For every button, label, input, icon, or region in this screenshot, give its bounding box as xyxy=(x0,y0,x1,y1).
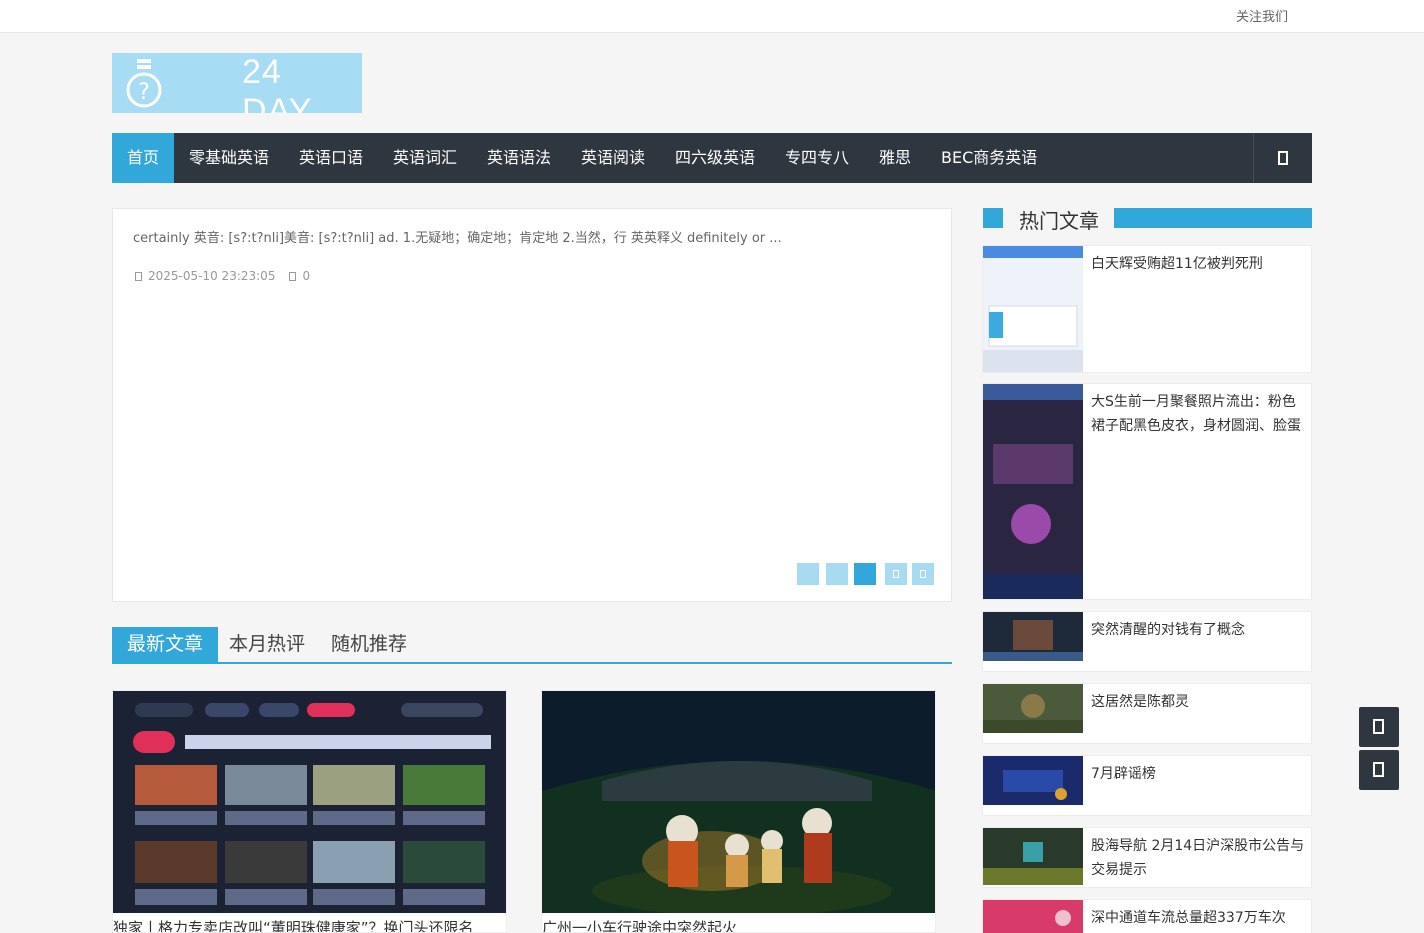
logo-text: 24 DAY xyxy=(242,53,313,113)
hot-article-item[interactable]: 大S生前一月聚餐照片流出：粉色裙子配黑色皮衣，身材圆润、脸蛋 xyxy=(982,383,1312,600)
hot-article-title[interactable]: 大S生前一月聚餐照片流出：粉色裙子配黑色皮衣，身材圆润、脸蛋 xyxy=(1091,390,1307,438)
article-title[interactable]: 独家丨格力专卖店改叫“董明珠健康家”？换门头还限名 xyxy=(113,917,474,932)
nav-item-tem48[interactable]: 专四专八 xyxy=(785,133,849,183)
slider-prev-button[interactable] xyxy=(885,563,907,585)
slider-dot-1[interactable] xyxy=(797,563,819,585)
clock-icon xyxy=(135,272,142,281)
tab-random[interactable]: 随机推荐 xyxy=(331,627,407,662)
hot-article-thumbnail xyxy=(983,756,1083,805)
back-to-top-icon xyxy=(1373,762,1384,777)
search-button[interactable] xyxy=(1253,133,1312,183)
prev-arrow-icon xyxy=(893,570,899,578)
hot-article-thumbnail xyxy=(983,384,1083,599)
site-logo[interactable]: ? 24 DAY xyxy=(112,53,362,113)
hot-article-title[interactable]: 这居然是陈都灵 xyxy=(1091,690,1307,714)
hot-article-thumbnail xyxy=(983,828,1083,885)
lightbulb-icon: ? xyxy=(126,59,162,108)
hot-articles-header: 热门文章 xyxy=(983,205,1312,233)
nav-item-ielts[interactable]: 雅思 xyxy=(879,133,911,183)
hot-article-thumbnail xyxy=(983,684,1083,733)
nav-item-home[interactable]: 首页 xyxy=(112,133,175,183)
float-share-button[interactable] xyxy=(1359,707,1399,747)
hot-article-title[interactable]: 股海导航 2月14日沪深股市公告与交易提示 xyxy=(1091,834,1307,882)
tab-latest[interactable]: 最新文章 xyxy=(112,627,219,662)
tab-monthly-hot[interactable]: 本月热评 xyxy=(229,627,305,662)
article-card[interactable]: 广州一小车行驶途中突然起火 xyxy=(541,690,936,933)
hot-article-title[interactable]: 突然清醒的对钱有了概念 xyxy=(1091,618,1307,642)
article-card[interactable]: 独家丨格力专卖店改叫“董明珠健康家”？换门头还限名 xyxy=(112,690,507,933)
nav-item-cet46[interactable]: 四六级英语 xyxy=(675,133,755,183)
slider-dot-2[interactable] xyxy=(826,563,848,585)
nav-item-beginner-english[interactable]: 零基础英语 xyxy=(189,133,269,183)
share-icon xyxy=(1373,719,1384,734)
section-bar xyxy=(1114,208,1312,228)
slider-next-button[interactable] xyxy=(912,563,934,585)
slide-excerpt[interactable]: certainly 英音: [s?:t?nli]美音: [s?:t?nli] a… xyxy=(133,227,782,246)
comment-icon xyxy=(289,272,297,281)
top-bar: 关注我们 xyxy=(0,0,1424,33)
nav-item-vocabulary[interactable]: 英语词汇 xyxy=(393,133,457,183)
float-top-button[interactable] xyxy=(1359,750,1399,790)
article-thumbnail xyxy=(542,691,935,913)
nav-item-reading[interactable]: 英语阅读 xyxy=(581,133,645,183)
hot-articles-title: 热门文章 xyxy=(1019,209,1099,233)
nav-item-grammar[interactable]: 英语语法 xyxy=(487,133,551,183)
nav-item-spoken-english[interactable]: 英语口语 xyxy=(299,133,363,183)
hot-article-thumbnail xyxy=(983,612,1083,661)
hot-article-item[interactable]: 深中通道车流总量超337万车次 xyxy=(982,899,1312,933)
hot-article-item[interactable]: 白天辉受贿超11亿被判死刑 xyxy=(982,245,1312,373)
svg-text:?: ? xyxy=(138,80,150,105)
slider-dot-3[interactable] xyxy=(854,563,876,585)
follow-us-link[interactable]: 关注我们 xyxy=(1236,6,1288,25)
hot-article-item[interactable]: 7月辟谣榜 xyxy=(982,755,1312,816)
hot-article-item[interactable]: 突然清醒的对钱有了概念 xyxy=(982,611,1312,672)
slide-date: 2025-05-10 23:23:05 xyxy=(148,269,276,283)
featured-slider: certainly 英音: [s?:t?nli]美音: [s?:t?nli] a… xyxy=(112,208,952,602)
hot-article-item[interactable]: 股海导航 2月14日沪深股市公告与交易提示 xyxy=(982,827,1312,888)
section-marker xyxy=(983,208,1003,228)
next-arrow-icon xyxy=(920,570,926,578)
nav-item-bec[interactable]: BEC商务英语 xyxy=(941,133,1037,183)
article-title[interactable]: 广州一小车行驶途中突然起火 xyxy=(542,917,737,932)
hot-article-title[interactable]: 白天辉受贿超11亿被判死刑 xyxy=(1091,252,1307,276)
hot-article-item[interactable]: 这居然是陈都灵 xyxy=(982,683,1312,744)
hot-article-title[interactable]: 深中通道车流总量超337万车次 xyxy=(1091,906,1307,930)
search-icon xyxy=(1278,151,1288,165)
article-tabs: 最新文章 本月热评 随机推荐 xyxy=(112,627,952,664)
hot-article-thumbnail xyxy=(983,900,1083,933)
slide-meta: 2025-05-10 23:23:05 0 xyxy=(135,269,310,283)
hot-article-thumbnail xyxy=(983,246,1083,372)
slide-comment-count: 0 xyxy=(302,269,311,283)
hot-article-title[interactable]: 7月辟谣榜 xyxy=(1091,762,1307,786)
article-thumbnail xyxy=(113,691,506,913)
main-nav: 首页 零基础英语 英语口语 英语词汇 英语语法 英语阅读 四六级英语 专四专八 … xyxy=(112,133,1312,183)
